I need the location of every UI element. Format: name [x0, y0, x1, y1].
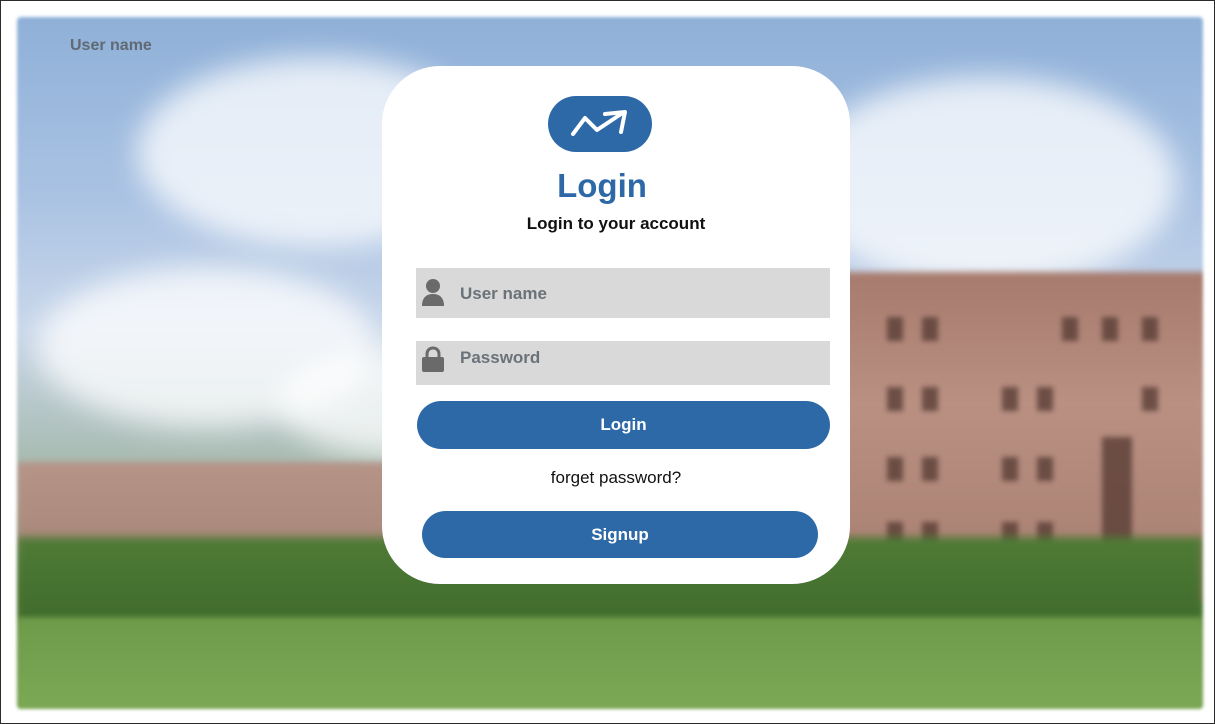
signup-button[interactable]: Signup: [422, 511, 818, 558]
corner-username-label: User name: [70, 37, 152, 54]
login-button[interactable]: Login: [417, 401, 830, 449]
password-field[interactable]: [416, 341, 830, 385]
username-input[interactable]: [460, 283, 822, 305]
trend-arrow-icon-glyph: [571, 110, 627, 136]
forgot-password-link[interactable]: forget password?: [382, 468, 850, 488]
lock-icon: [422, 346, 444, 376]
username-field[interactable]: [416, 268, 830, 318]
trend-arrow-icon: [548, 96, 652, 152]
login-card: Login Login to your account Login forget…: [382, 66, 850, 584]
login-subtitle: Login to your account: [526, 214, 706, 233]
login-title: Login: [557, 167, 647, 204]
password-input[interactable]: [460, 347, 822, 369]
user-icon: [422, 278, 444, 308]
